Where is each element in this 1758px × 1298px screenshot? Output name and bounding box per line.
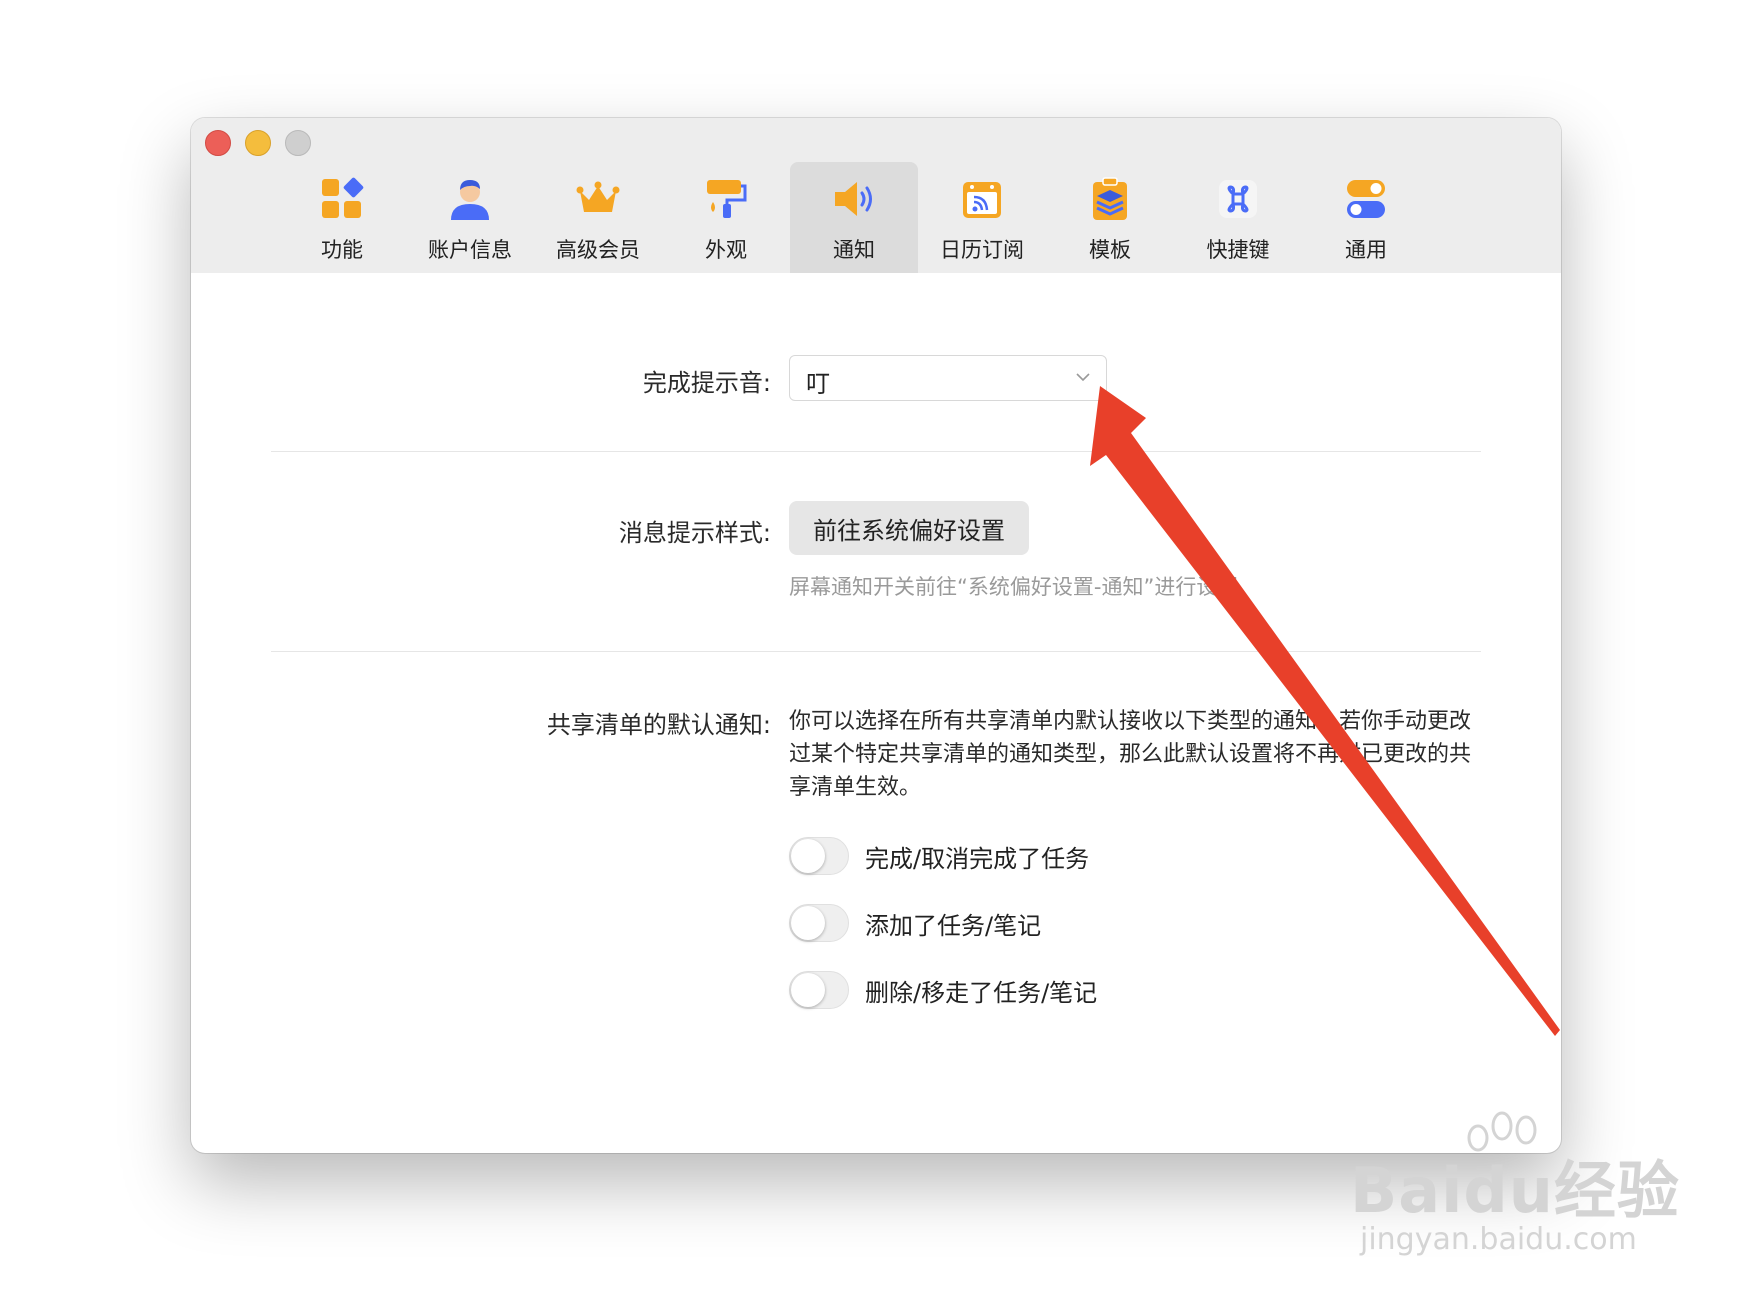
tab-label: 功能 xyxy=(321,238,363,262)
toggle-label: 添加了任务/笔记 xyxy=(865,912,1042,940)
calendar-rss-icon xyxy=(963,182,1001,218)
tab-label: 高级会员 xyxy=(556,238,640,262)
toggle-label: 删除/移走了任务/笔记 xyxy=(865,979,1098,1007)
tab-account[interactable]: 账户信息 xyxy=(406,162,534,273)
tab-premium[interactable]: 高级会员 xyxy=(534,162,662,273)
toggle-knob xyxy=(791,839,825,873)
tab-general[interactable]: 通用 xyxy=(1302,162,1430,273)
toggle-switches-icon xyxy=(1347,180,1385,218)
command-key-icon xyxy=(1219,180,1257,218)
tab-label: 模板 xyxy=(1089,238,1131,262)
toggle-label: 完成/取消完成了任务 xyxy=(865,845,1090,873)
toggle-knob xyxy=(791,906,825,940)
tab-label: 快捷键 xyxy=(1206,238,1270,262)
sound-label: 完成提示音: xyxy=(642,369,771,397)
tab-label: 通用 xyxy=(1345,238,1387,262)
tab-label: 账户信息 xyxy=(428,238,512,262)
template-layers-icon xyxy=(1093,177,1127,220)
feature-grid-icon xyxy=(322,177,364,218)
shared-list-description: 你可以选择在所有共享清单内默认接收以下类型的通知。若你手动更改过某个特定共享清单… xyxy=(789,709,1472,800)
speaker-icon xyxy=(835,182,872,216)
toggle-complete-task[interactable] xyxy=(789,837,849,875)
close-window-button[interactable] xyxy=(205,130,231,156)
watermark-brand: Baidu经验 xyxy=(1350,1154,1680,1227)
preferences-window: 功能 账户信息 高级会员 外观 通知 日历订阅 模板 快捷键 通用 完成提示音:… xyxy=(191,118,1561,1153)
message-style-hint: 屏幕通知开关前往“系统偏好设置-通知”进行设置 xyxy=(789,575,1239,599)
shared-list-label: 共享清单的默认通知: xyxy=(546,711,771,739)
divider xyxy=(271,651,1481,652)
preferences-toolbar: 功能 账户信息 高级会员 外观 通知 日历订阅 模板 快捷键 通用 xyxy=(191,162,1561,273)
toggle-add-task[interactable] xyxy=(789,904,849,942)
tab-calendar-subscription[interactable]: 日历订阅 xyxy=(918,162,1046,273)
tab-appearance[interactable]: 外观 xyxy=(662,162,790,273)
tab-shortcuts[interactable]: 快捷键 xyxy=(1174,162,1302,273)
tab-template[interactable]: 模板 xyxy=(1046,162,1174,273)
divider xyxy=(271,451,1481,452)
zoom-window-button[interactable] xyxy=(285,130,311,156)
baidu-watermark: Baidu经验 jingyan.baidu.com xyxy=(1350,1110,1690,1260)
account-user-icon xyxy=(451,180,489,220)
chevron-down-icon xyxy=(1076,373,1090,382)
tab-label: 外观 xyxy=(705,238,747,262)
tab-notification[interactable]: 通知 xyxy=(790,162,918,273)
tab-feature[interactable]: 功能 xyxy=(278,162,406,273)
title-bar: 功能 账户信息 高级会员 外观 通知 日历订阅 模板 快捷键 通用 xyxy=(191,118,1561,273)
sound-select-value: 叮 xyxy=(806,370,830,398)
watermark-url: jingyan.baidu.com xyxy=(1360,1222,1637,1257)
tab-label: 通知 xyxy=(833,238,875,262)
paint-roller-icon xyxy=(707,180,747,218)
message-style-label: 消息提示样式: xyxy=(618,519,771,547)
crown-icon xyxy=(576,181,620,212)
tab-label: 日历订阅 xyxy=(940,238,1024,262)
open-system-preferences-button[interactable]: 前往系统偏好设置 xyxy=(789,501,1029,555)
sound-select[interactable]: 叮 xyxy=(789,355,1107,401)
toggle-delete-task[interactable] xyxy=(789,971,849,1009)
toggle-knob xyxy=(791,973,825,1007)
minimize-window-button[interactable] xyxy=(245,130,271,156)
